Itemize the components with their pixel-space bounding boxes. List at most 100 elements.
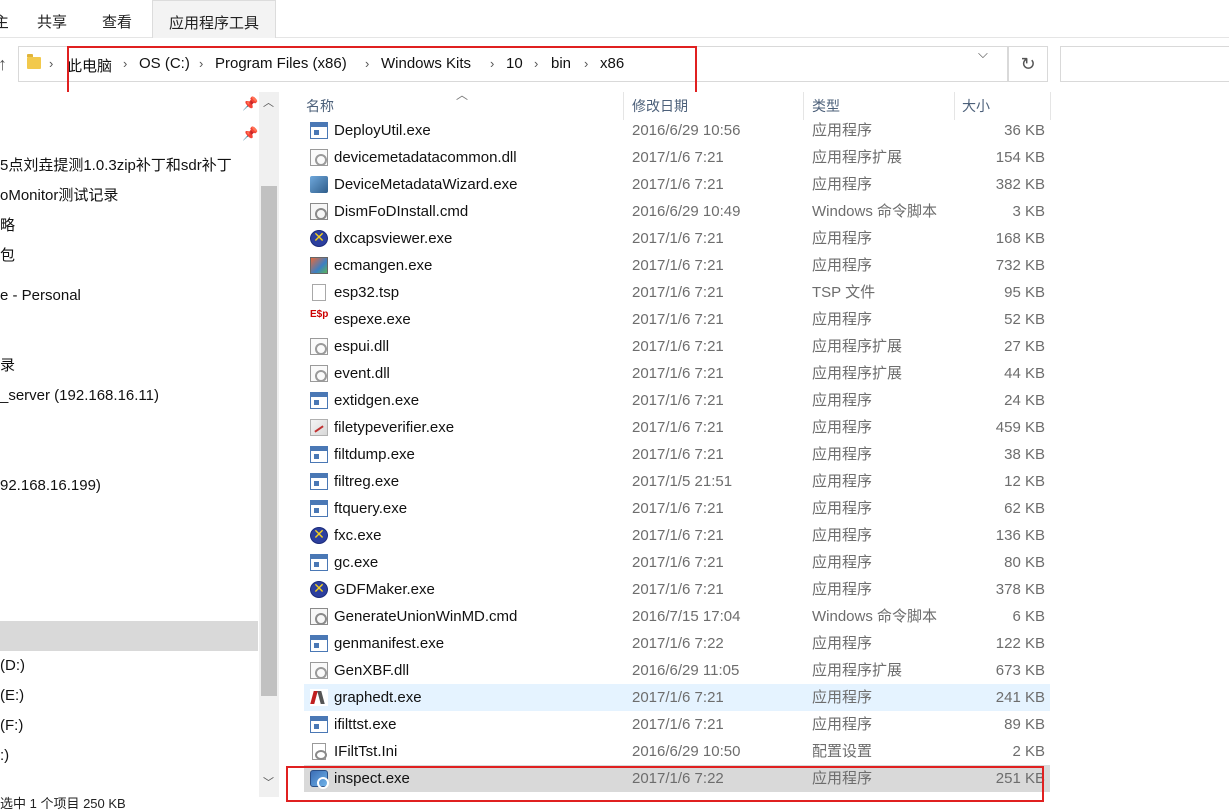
file-name: esp32.tsp — [334, 284, 400, 301]
file-name: event.dll — [334, 365, 390, 382]
chevron-right-icon[interactable]: › — [365, 56, 369, 71]
nav-item-drive-d[interactable]: (D:) — [0, 651, 25, 681]
nav-item[interactable]: oMonitor测试记录 — [0, 181, 118, 211]
pin-icon[interactable]: 📌 — [242, 126, 258, 142]
column-divider[interactable] — [954, 92, 955, 120]
nav-item-drive-e[interactable]: (E:) — [0, 681, 24, 711]
file-row[interactable]: fxc.exe 2017/1/6 7:21 应用程序 136 KB — [304, 522, 1050, 549]
chevron-right-icon[interactable]: › — [199, 56, 203, 71]
scroll-up-icon[interactable]: ︿ — [263, 94, 274, 110]
file-row[interactable]: dxcapsviewer.exe 2017/1/6 7:21 应用程序 168 KB — [304, 225, 1050, 252]
column-divider[interactable] — [803, 92, 804, 120]
file-row[interactable]: E$p espexe.exe 2017/1/6 7:21 应用程序 52 KB — [304, 306, 1050, 333]
ribbon: 主页 共享 查看 应用程序工具 — [0, 0, 1229, 38]
file-size: 251 KB — [995, 770, 1045, 787]
refresh-button[interactable]: ↻ — [1008, 46, 1048, 82]
file-row[interactable]: filtdump.exe 2017/1/6 7:21 应用程序 38 KB — [304, 441, 1050, 468]
file-row[interactable]: ftquery.exe 2017/1/6 7:21 应用程序 62 KB — [304, 495, 1050, 522]
tab-share[interactable]: 共享 — [37, 0, 67, 38]
breadcrumb-this-pc[interactable]: 此电脑 — [67, 55, 112, 76]
file-row[interactable]: espui.dll 2017/1/6 7:21 应用程序扩展 27 KB — [304, 333, 1050, 360]
file-size: 241 KB — [995, 689, 1045, 706]
dll-file-icon — [310, 149, 328, 166]
file-size: 12 KB — [1004, 473, 1045, 490]
file-row[interactable]: ifilttst.exe 2017/1/6 7:21 应用程序 89 KB — [304, 711, 1050, 738]
file-name: ifilttst.exe — [334, 716, 397, 733]
chevron-right-icon[interactable]: › — [490, 56, 494, 71]
nav-item[interactable]: 录 — [0, 351, 15, 381]
esp-file-icon: E$p — [310, 309, 329, 320]
column-header-name[interactable]: 名称 — [306, 92, 334, 120]
nav-scrollbar[interactable]: ︿ ﹀ — [259, 92, 279, 797]
pin-icon[interactable]: 📌 — [242, 96, 258, 112]
column-header-date[interactable]: 修改日期 — [632, 92, 688, 120]
file-modified-date: 2017/1/6 7:22 — [632, 635, 724, 652]
file-row[interactable]: GDFMaker.exe 2017/1/6 7:21 应用程序 378 KB — [304, 576, 1050, 603]
tab-application-tools[interactable]: 应用程序工具 — [152, 0, 276, 38]
file-row[interactable]: GenerateUnionWinMD.cmd 2016/7/15 17:04 Win… — [304, 603, 1050, 630]
x-file-icon — [310, 580, 328, 598]
nav-item[interactable]: _server (192.168.16.11) — [0, 381, 159, 411]
column-header-type[interactable]: 类型 — [812, 92, 840, 120]
file-name: DeviceMetadataWizard.exe — [334, 176, 518, 193]
exe-file-icon — [310, 635, 328, 652]
tab-view[interactable]: 查看 — [102, 0, 132, 38]
file-name: ecmangen.exe — [334, 257, 433, 274]
breadcrumb-10[interactable]: 10 — [506, 55, 523, 72]
chevron-down-icon[interactable]: ⌵ — [978, 46, 988, 62]
file-row[interactable]: devicemetadatacommon.dll 2017/1/6 7:21 应用程… — [304, 144, 1050, 171]
breadcrumb-windows-kits[interactable]: Windows Kits — [381, 55, 471, 72]
file-row[interactable]: IFiltTst.Ini 2016/6/29 10:50 配置设置 2 KB — [304, 738, 1050, 765]
file-row[interactable]: genmanifest.exe 2017/1/6 7:22 应用程序 122 KB — [304, 630, 1050, 657]
scroll-down-icon[interactable]: ﹀ — [263, 774, 274, 790]
file-row[interactable]: graphedt.exe 2017/1/6 7:21 应用程序 241 KB — [304, 684, 1050, 711]
nav-item-drive[interactable]: :) — [0, 741, 9, 771]
scrollbar-thumb[interactable] — [261, 186, 277, 696]
file-row[interactable]: ecmangen.exe 2017/1/6 7:21 应用程序 732 KB — [304, 252, 1050, 279]
dll-file-icon — [310, 662, 328, 679]
file-row[interactable]: filetypeverifier.exe 2017/1/6 7:21 应用程序 459… — [304, 414, 1050, 441]
breadcrumb-program-files-x86[interactable]: Program Files (x86) — [215, 55, 347, 72]
file-row[interactable]: gc.exe 2017/1/6 7:21 应用程序 80 KB — [304, 549, 1050, 576]
file-type: 应用程序扩展 — [812, 662, 903, 679]
chevron-right-icon[interactable]: › — [584, 56, 588, 71]
file-size: 136 KB — [995, 527, 1045, 544]
nav-item[interactable]: 92.168.16.199) — [0, 471, 101, 501]
breadcrumb-x86[interactable]: x86 — [600, 55, 624, 72]
nav-item[interactable]: 5点刘垚提测1.0.3zip补丁和sdr补丁 — [0, 151, 232, 181]
column-divider[interactable] — [1050, 92, 1051, 120]
file-row[interactable]: event.dll 2017/1/6 7:21 应用程序扩展 44 KB — [304, 360, 1050, 387]
chevron-right-icon[interactable]: › — [123, 56, 127, 71]
file-name: GDFMaker.exe — [334, 581, 435, 598]
up-arrow-icon[interactable]: ↑ — [0, 54, 7, 75]
cmd-file-icon — [310, 608, 328, 625]
search-input[interactable] — [1060, 46, 1229, 82]
file-row[interactable]: esp32.tsp 2017/1/6 7:21 TSP 文件 95 KB — [304, 279, 1050, 306]
chevron-right-icon[interactable]: › — [49, 56, 53, 71]
nav-item[interactable]: 包 — [0, 241, 15, 271]
file-row[interactable]: inspect.exe 2017/1/6 7:22 应用程序 251 KB — [304, 765, 1050, 792]
file-name: extidgen.exe — [334, 392, 420, 409]
file-type: 应用程序 — [812, 122, 873, 139]
file-row[interactable]: DismFoDInstall.cmd 2016/6/29 10:49 Windows… — [304, 198, 1050, 225]
address-bar[interactable]: › 此电脑 › OS (C:) › Program Files (x86) › … — [18, 46, 1008, 82]
file-modified-date: 2017/1/6 7:21 — [632, 149, 724, 166]
file-row[interactable]: DeployUtil.exe 2016/6/29 10:56 应用程序 36 KB — [304, 117, 1050, 144]
file-row[interactable]: GenXBF.dll 2016/6/29 11:05 应用程序扩展 673 KB — [304, 657, 1050, 684]
file-type: 应用程序扩展 — [812, 365, 903, 382]
breadcrumb-os-c[interactable]: OS (C:) — [139, 55, 190, 72]
exe-file-icon — [310, 473, 328, 490]
column-header-size[interactable]: 大小 — [962, 92, 990, 120]
file-row[interactable]: filtreg.exe 2017/1/5 21:51 应用程序 12 KB — [304, 468, 1050, 495]
breadcrumb-bin[interactable]: bin — [551, 55, 571, 72]
exe-file-icon — [310, 122, 328, 139]
tab-home[interactable]: 主页 — [0, 0, 8, 38]
column-divider[interactable] — [623, 92, 624, 120]
file-type: 应用程序 — [812, 716, 873, 733]
file-row[interactable]: extidgen.exe 2017/1/6 7:21 应用程序 24 KB — [304, 387, 1050, 414]
nav-item-drive-f[interactable]: (F:) — [0, 711, 23, 741]
file-row[interactable]: DeviceMetadataWizard.exe 2017/1/6 7:21 应用程… — [304, 171, 1050, 198]
nav-item[interactable]: 略 — [0, 211, 15, 241]
chevron-right-icon[interactable]: › — [534, 56, 538, 71]
nav-item[interactable]: e - Personal — [0, 281, 81, 311]
